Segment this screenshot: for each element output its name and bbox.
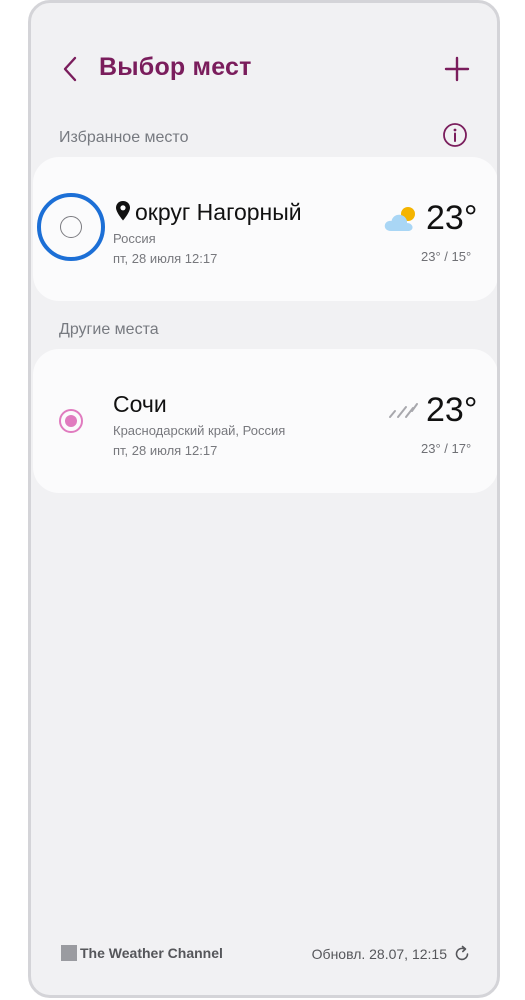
other-temperature-range: 23° / 17° xyxy=(421,441,472,456)
radio-selected-dot xyxy=(65,415,77,427)
other-location-name: Сочи xyxy=(113,391,167,417)
rain-icon xyxy=(389,403,418,418)
page-title: Выбор мест xyxy=(99,53,252,81)
plus-icon xyxy=(444,56,470,82)
other-location-region: Краснодарский край, Россия xyxy=(113,423,286,438)
other-location-card[interactable]: Сочи Краснодарский край, Россия пт, 28 и… xyxy=(33,349,497,493)
location-pin-icon xyxy=(116,201,130,221)
favorite-location-card[interactable]: округ Нагорный Россия пт, 28 июля 12:17 … xyxy=(33,157,497,301)
brand-name: The Weather Channel xyxy=(80,945,223,961)
favorite-location-name: округ Нагорный xyxy=(135,199,302,225)
favorite-temperature-range: 23° / 15° xyxy=(421,249,472,264)
partly-cloudy-icon xyxy=(384,207,415,231)
phone-frame: Выбор мест Избранное место округ Нагорны… xyxy=(28,0,500,998)
favorite-location-radio[interactable] xyxy=(60,216,82,238)
last-updated-text: Обновл. 28.07, 12:15 xyxy=(311,946,447,962)
info-button[interactable] xyxy=(441,121,469,149)
weather-channel-logo-icon xyxy=(61,945,77,961)
weather-channel-brand[interactable]: The Weather Channel xyxy=(61,945,223,961)
other-temperature: 23° xyxy=(426,391,478,429)
info-icon xyxy=(443,123,467,147)
footer: The Weather Channel Обновл. 28.07, 12:15 xyxy=(31,945,497,969)
favorite-location-datetime: пт, 28 июля 12:17 xyxy=(113,251,218,266)
other-location-datetime: пт, 28 июля 12:17 xyxy=(113,443,218,458)
back-button[interactable] xyxy=(53,51,89,87)
other-location-radio[interactable] xyxy=(59,409,83,433)
refresh-icon[interactable] xyxy=(453,945,471,963)
other-section-label: Другие места xyxy=(59,321,159,338)
favorite-temperature: 23° xyxy=(426,199,478,237)
favorite-section-label: Избранное место xyxy=(59,129,189,146)
header: Выбор мест xyxy=(31,43,497,99)
chevron-left-icon xyxy=(63,56,77,82)
favorite-location-region: Россия xyxy=(113,231,156,246)
add-location-button[interactable] xyxy=(437,49,477,89)
